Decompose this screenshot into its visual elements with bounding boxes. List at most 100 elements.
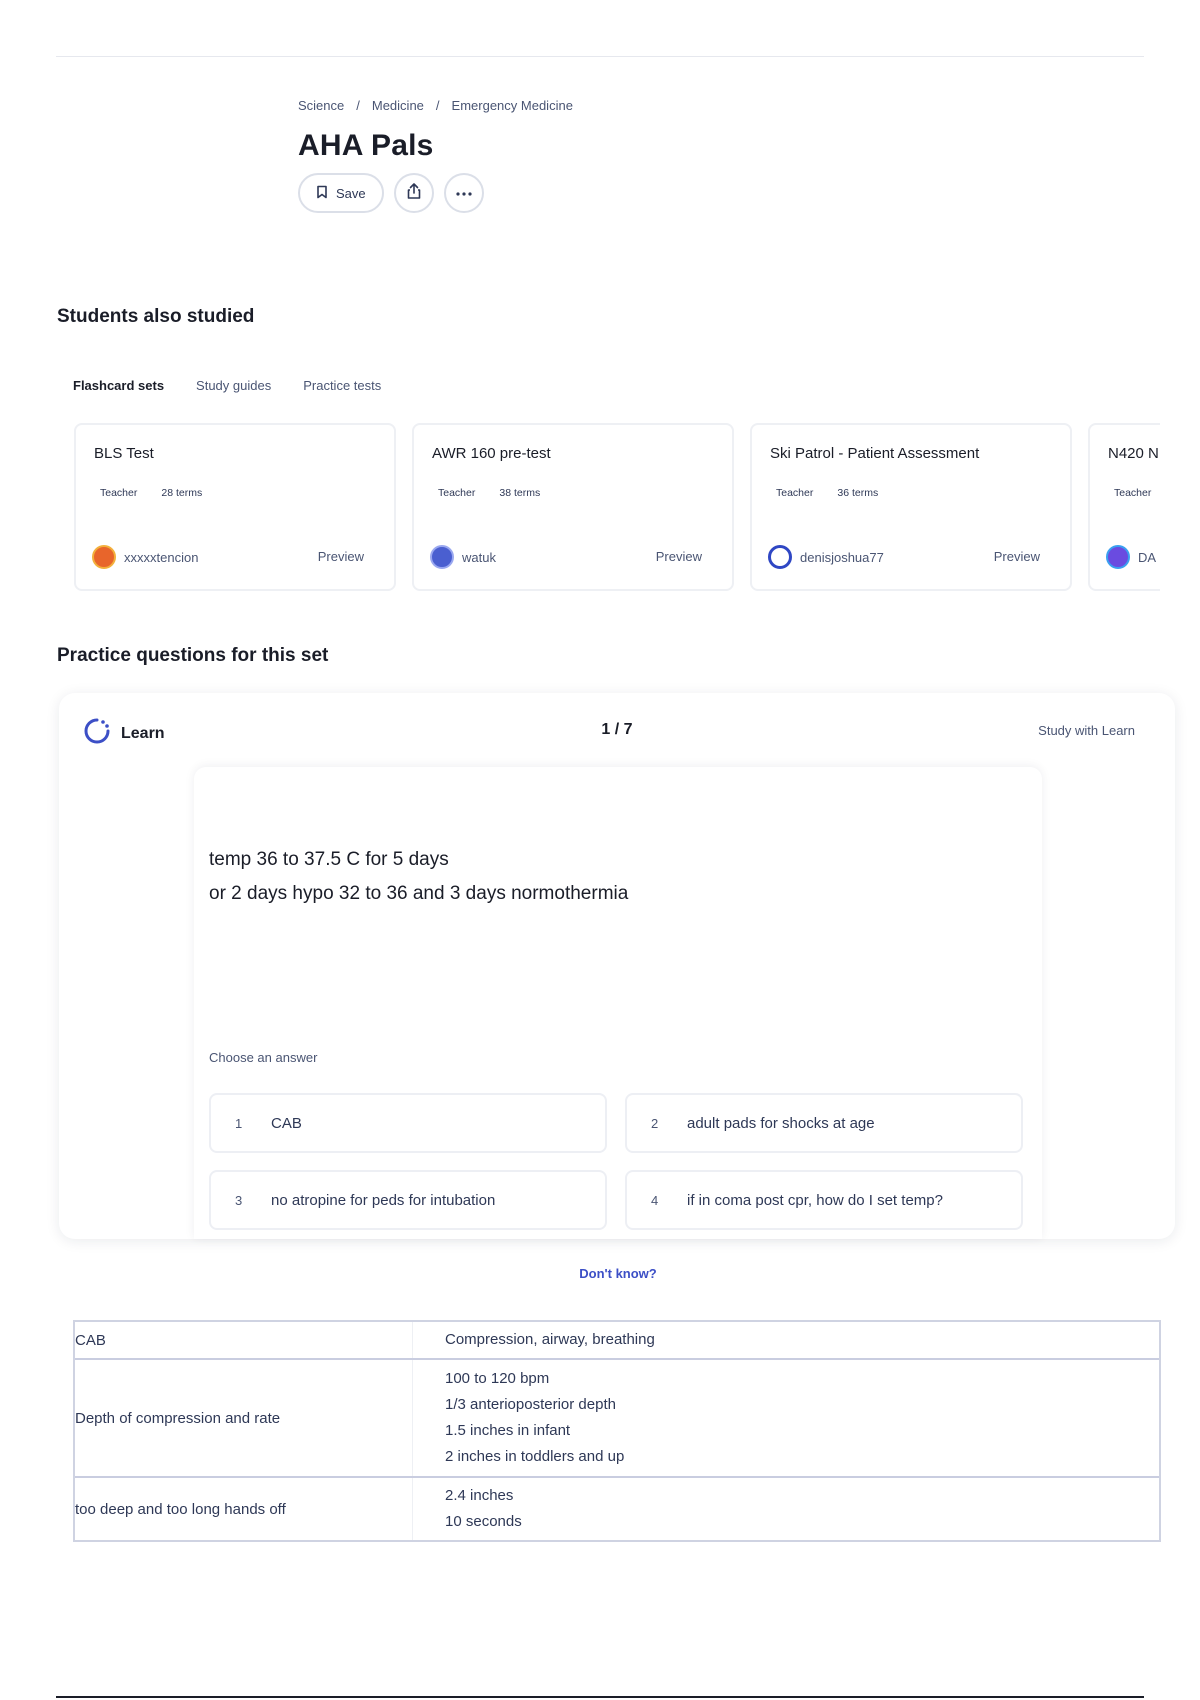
card-role: Teacher [1114,487,1152,499]
card-username: watuk [462,549,496,565]
avatar [92,545,116,569]
definition-line: 2.4 inches [445,1487,514,1504]
definition-cell: Compression, airway, breathing [413,1322,1159,1358]
breadcrumb-separator: / [356,98,360,113]
question-counter-text: 1 / 7 [601,721,633,738]
studied-tabs: Flashcard sets Study guides Practice tes… [73,378,381,393]
learn-label: Learn [121,724,165,742]
card-role: Teacher [438,487,476,499]
dont-know-button[interactable]: Don't know? [579,1266,656,1281]
definition-line: Compression, airway, breathing [445,1331,655,1348]
breadcrumb-medicine[interactable]: Medicine [372,98,424,113]
answer-option-3[interactable]: 3 no atropine for peds for intubation [209,1170,607,1230]
question-counter: 1 / 7 [59,721,1175,739]
terms-table: CAB Compression, airway, breathing Depth… [73,1320,1161,1542]
tab-practice-tests[interactable]: Practice tests [303,378,381,393]
option-number: 1 [235,1115,243,1131]
card-username: DA [1138,549,1157,565]
choose-answer-label: Choose an answer [209,1050,318,1065]
card-term-count: 28 terms [161,487,203,499]
card-role: Teacher [776,487,814,499]
save-button[interactable]: Save [298,173,384,213]
tab-flashcard-sets[interactable]: Flashcard sets [73,378,164,393]
question-text-line: or 2 days hypo 32 to 36 and 3 days normo… [209,883,629,904]
option-text: no atropine for peds for intubation [271,1191,496,1209]
definition-line: 10 seconds [445,1513,522,1530]
table-row: too deep and too long hands off 2.4 inch… [75,1476,1159,1540]
term-cell: CAB [75,1322,413,1358]
studied-card[interactable]: AWR 160 pre-test Teacher 38 terms watuk … [412,423,734,591]
table-row: Depth of compression and rate 100 to 120… [75,1358,1159,1476]
answer-option-4[interactable]: 4 if in coma post cpr, how do I set temp… [625,1170,1023,1230]
answer-option-1[interactable]: 1 CAB [209,1093,607,1153]
page-title: AHA Pals [298,129,434,162]
card-title: BLS Test [94,445,154,462]
card-user[interactable]: watuk [430,545,496,569]
card-username: xxxxxtencion [124,549,199,565]
term-cell: Depth of compression and rate [75,1360,413,1476]
learn-panel: 1 / 7 Learn Study with Learn temp 36 to … [59,693,1175,1281]
learn-icon [83,717,111,750]
option-number: 2 [651,1115,659,1131]
card-preview-button[interactable]: Preview [318,549,364,564]
tab-study-guides[interactable]: Study guides [196,378,271,393]
breadcrumb-separator: / [435,98,440,113]
option-text: if in coma post cpr, how do I set temp? [687,1191,943,1209]
option-text: adult pads for shocks at age [687,1114,875,1132]
bookmark-icon [316,185,328,202]
breadcrumb-emergency-medicine[interactable]: Emergency Medicine [452,98,573,113]
card-user[interactable]: denisjoshua77 [768,545,884,569]
studied-cards-carousel: BLS Test Teacher 28 terms xxxxxtencion P… [74,423,1160,593]
definition-line: 2 inches in toddlers and up [445,1448,625,1465]
card-preview-button[interactable]: Preview [994,549,1040,564]
studied-card[interactable]: Ski Patrol - Patient Assessment Teacher … [750,423,1072,591]
studied-card[interactable]: BLS Test Teacher 28 terms xxxxxtencion P… [74,423,396,591]
question-text-line: temp 36 to 37.5 C for 5 days [209,849,449,870]
card-meta: Teacher 38 terms [438,487,540,499]
option-text: CAB [271,1114,302,1132]
more-options-button[interactable] [443,173,484,213]
set-actions: Save [298,173,573,213]
practice-questions-heading: Practice questions for this set [57,645,329,666]
option-number: 3 [235,1192,243,1208]
card-user[interactable]: xxxxxtencion [92,545,198,569]
breadcrumb: Science / Medicine / Emergency Medicine [298,98,573,113]
card-title: Ski Patrol - Patient Assessment [770,445,980,462]
card-preview-button[interactable]: Preview [656,549,702,564]
studied-card[interactable]: N420 N Teacher DA [1088,423,1160,591]
definition-line: 1.5 inches in infant [445,1422,571,1439]
table-row: CAB Compression, airway, breathing [75,1322,1159,1358]
question-card: temp 36 to 37.5 C for 5 days or 2 days h… [194,767,1042,1281]
card-term-count: 36 terms [837,487,879,499]
learn-mode-header: Learn [83,717,165,750]
definition-cell: 2.4 inches 10 seconds [413,1478,1159,1540]
card-user[interactable]: DA [1106,545,1156,569]
share-icon [405,182,423,205]
top-divider [56,56,1144,57]
option-number: 4 [651,1192,659,1208]
students-also-studied-heading: Students also studied [57,306,255,327]
bottom-divider [56,1696,1144,1698]
card-meta: Teacher [1114,487,1151,499]
definition-line: 100 to 120 bpm [445,1370,550,1387]
breadcrumb-science[interactable]: Science [298,98,344,113]
more-icon [455,184,473,202]
avatar [768,545,792,569]
card-meta: Teacher 36 terms [776,487,878,499]
answer-option-2[interactable]: 2 adult pads for shocks at age [625,1093,1023,1153]
share-button[interactable] [393,173,434,213]
card-term-count: 38 terms [499,487,541,499]
card-meta: Teacher 28 terms [100,487,202,499]
card-title: N420 N [1108,445,1159,462]
set-header: Science / Medicine / Emergency Medicine … [298,98,573,213]
definition-line: 1/3 anterioposterior depth [445,1396,616,1413]
card-role: Teacher [100,487,138,499]
avatar [430,545,454,569]
definition-cell: 100 to 120 bpm 1/3 anterioposterior dept… [413,1360,1159,1476]
card-username: denisjoshua77 [800,549,884,565]
save-label: Save [336,185,366,201]
dont-know-row: Don't know? [194,1266,1042,1281]
avatar [1106,545,1130,569]
card-title: AWR 160 pre-test [432,445,551,462]
study-with-learn-link[interactable]: Study with Learn [1038,723,1135,738]
